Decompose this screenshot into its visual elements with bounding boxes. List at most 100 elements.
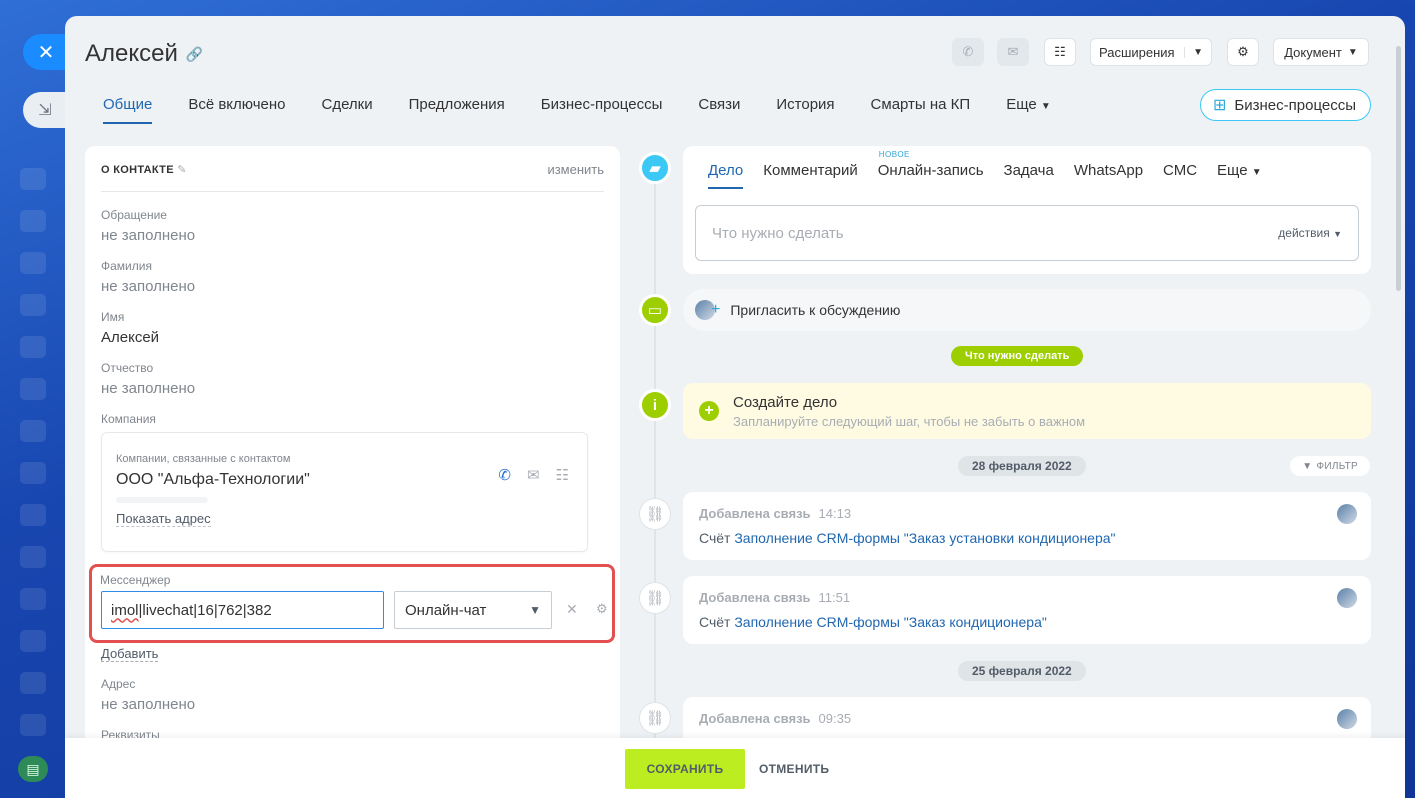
avatar	[1337, 504, 1357, 524]
sidebar-icon[interactable]	[20, 546, 46, 568]
remove-icon[interactable]: ✕	[566, 601, 578, 618]
event-link[interactable]: Заполнение CRM-формы "Заказ установки ко…	[734, 530, 1115, 546]
field-address: Адрес не заполнено	[101, 677, 195, 713]
sidebar-icon[interactable]	[20, 420, 46, 442]
plus-icon[interactable]: +	[699, 401, 719, 421]
print-icon[interactable]: ▤	[18, 756, 48, 782]
field-value: не заполнено	[101, 278, 196, 295]
document-label: Документ	[1284, 44, 1342, 60]
gear-icon[interactable]: ⚙	[596, 601, 608, 617]
sidebar-icon[interactable]	[20, 252, 46, 274]
field-middle-name: Отчество не заполнено	[101, 361, 195, 397]
company-name[interactable]: ООО "Альфа-Технологии"	[116, 471, 310, 489]
invite-label: Пригласить к обсуждению	[730, 302, 901, 318]
tab-all-included[interactable]: Всё включено	[188, 96, 285, 124]
chevron-down-icon: ▼	[1040, 101, 1051, 112]
editor-tab-online-booking[interactable]: НОВОЕ Онлайн-запись	[878, 150, 984, 189]
phone-icon[interactable]: ✆	[498, 466, 511, 484]
editor-tab-more[interactable]: Еще ▼	[1217, 162, 1262, 189]
save-button[interactable]: СОХРАНИТЬ	[625, 749, 745, 789]
actions-label: действия	[1278, 226, 1330, 240]
tab-proposals[interactable]: Предложения	[409, 96, 505, 124]
activity-input[interactable]: Что нужно сделать действия ▼	[695, 205, 1359, 261]
sidebar-icon[interactable]	[20, 672, 46, 694]
sidebar-icon[interactable]	[20, 294, 46, 316]
minimize-icon: ⇲	[38, 102, 52, 119]
tab-deals[interactable]: Сделки	[322, 96, 373, 124]
comment-icon: ▰	[639, 152, 671, 184]
chat-icon[interactable]: ☷	[556, 466, 569, 484]
chevron-down-icon: ▼	[1333, 229, 1342, 239]
close-icon: ✕	[37, 41, 55, 64]
messenger-type-value: Онлайн-чат	[405, 601, 487, 619]
messenger-type-select[interactable]: Онлайн-чат ▼	[394, 591, 552, 629]
cancel-button[interactable]: ОТМЕНИТЬ	[759, 749, 829, 789]
editor-tab-comment[interactable]: Комментарий	[763, 162, 857, 189]
edit-link[interactable]: изменить	[547, 162, 604, 177]
create-title: Создайте дело	[733, 394, 838, 411]
tab-business-processes[interactable]: Бизнес-процессы	[541, 96, 663, 124]
document-button[interactable]: Документ ▼	[1273, 38, 1369, 66]
business-processes-button[interactable]: ⊞ Бизнес-процессы	[1200, 89, 1371, 121]
mail-icon[interactable]: ✉	[527, 466, 540, 484]
filter-label: ФИЛЬТР	[1316, 460, 1358, 472]
extensions-button[interactable]: Расширения ▼	[1090, 38, 1212, 66]
messenger-input[interactable]: imol |livechat|16|762|382	[101, 591, 384, 629]
event-time: 09:35	[818, 711, 852, 726]
sidebar-icon[interactable]	[20, 210, 46, 232]
add-link[interactable]: Добавить	[101, 646, 159, 662]
sidebar-icon[interactable]	[20, 168, 46, 190]
contact-slider-panel: Алексей 🔗 ✆ ✉ ☷ Расширения ▼ ⚙ Документ …	[65, 16, 1405, 798]
scrollbar[interactable]	[1396, 46, 1401, 291]
sidebar-icon[interactable]	[20, 714, 46, 736]
editor-tab-whatsapp[interactable]: WhatsApp	[1074, 162, 1143, 189]
sidebar-icon[interactable]	[20, 378, 46, 400]
messenger-value-rest: |livechat|16|762|382	[138, 601, 272, 619]
link-icon[interactable]: 🔗	[186, 46, 203, 63]
show-address-link[interactable]: Показать адрес	[116, 511, 211, 527]
field-value: Алексей	[101, 329, 160, 346]
tab-history[interactable]: История	[776, 96, 834, 124]
date-divider: 28 февраля 2022	[958, 456, 1086, 476]
sidebar-icon[interactable]	[20, 462, 46, 484]
tab-relations[interactable]: Связи	[698, 96, 740, 124]
event-link[interactable]: Заполнение CRM-формы "Заказ кондиционера…	[734, 614, 1046, 630]
editor-tab-sms[interactable]: СМС	[1163, 162, 1197, 189]
sidebar-icon[interactable]	[20, 630, 46, 652]
event-title-text: Добавлена связь	[699, 590, 811, 605]
email-button[interactable]: ✉	[997, 38, 1029, 66]
settings-button[interactable]: ⚙	[1227, 38, 1259, 66]
create-activity-block[interactable]: + Создайте дело Запланируйте следующий ш…	[683, 383, 1371, 439]
timeline-event: Добавлена связь 11:51 Счёт Заполнение CRM…	[683, 576, 1371, 644]
sidebar-icon[interactable]	[20, 336, 46, 358]
invite-to-discussion[interactable]: + Пригласить к обсуждению	[683, 289, 1371, 331]
minimize-slider-button[interactable]: ⇲	[23, 92, 67, 128]
contact-card: О КОНТАКТЕ ✎ изменить Обращение не запол…	[85, 146, 620, 798]
event-body: Счёт Заполнение CRM-формы "Заказ установ…	[699, 530, 1116, 546]
tab-smarts[interactable]: Смарты на КП	[871, 96, 971, 124]
chat-button[interactable]: ☷	[1044, 38, 1076, 66]
event-prefix: Счёт	[699, 530, 731, 546]
editor-tab-activity[interactable]: Дело	[708, 162, 744, 189]
close-slider-button[interactable]: ✕	[23, 34, 67, 70]
field-value: не заполнено	[101, 696, 196, 713]
tab-general[interactable]: Общие	[103, 96, 153, 124]
field-value: не заполнено	[101, 227, 196, 244]
tab-more[interactable]: Еще ▼	[1006, 96, 1051, 124]
event-title-text: Добавлена связь	[699, 506, 811, 521]
sidebar-icon[interactable]	[20, 504, 46, 526]
sidebar-icon[interactable]	[20, 588, 46, 610]
messenger-label: Мессенджер	[100, 573, 171, 587]
pencil-icon[interactable]: ✎	[177, 164, 187, 176]
card-title: О КОНТАКТЕ ✎	[101, 163, 187, 176]
field-label: Адрес	[101, 677, 136, 691]
call-button[interactable]: ✆	[952, 38, 984, 66]
editor-tab-task[interactable]: Задача	[1004, 162, 1054, 189]
company-subtitle: Компании, связанные с контактом	[116, 453, 291, 465]
card-title-text: О КОНТАКТЕ	[101, 164, 174, 176]
event-title-text: Добавлена связь	[699, 711, 811, 726]
filter-button[interactable]: ▼ ФИЛЬТР	[1290, 456, 1370, 476]
event-title: Добавлена связь 09:35	[699, 711, 851, 726]
contact-card-header: О КОНТАКТЕ ✎ изменить	[101, 162, 604, 192]
actions-dropdown[interactable]: действия ▼	[1278, 226, 1342, 240]
